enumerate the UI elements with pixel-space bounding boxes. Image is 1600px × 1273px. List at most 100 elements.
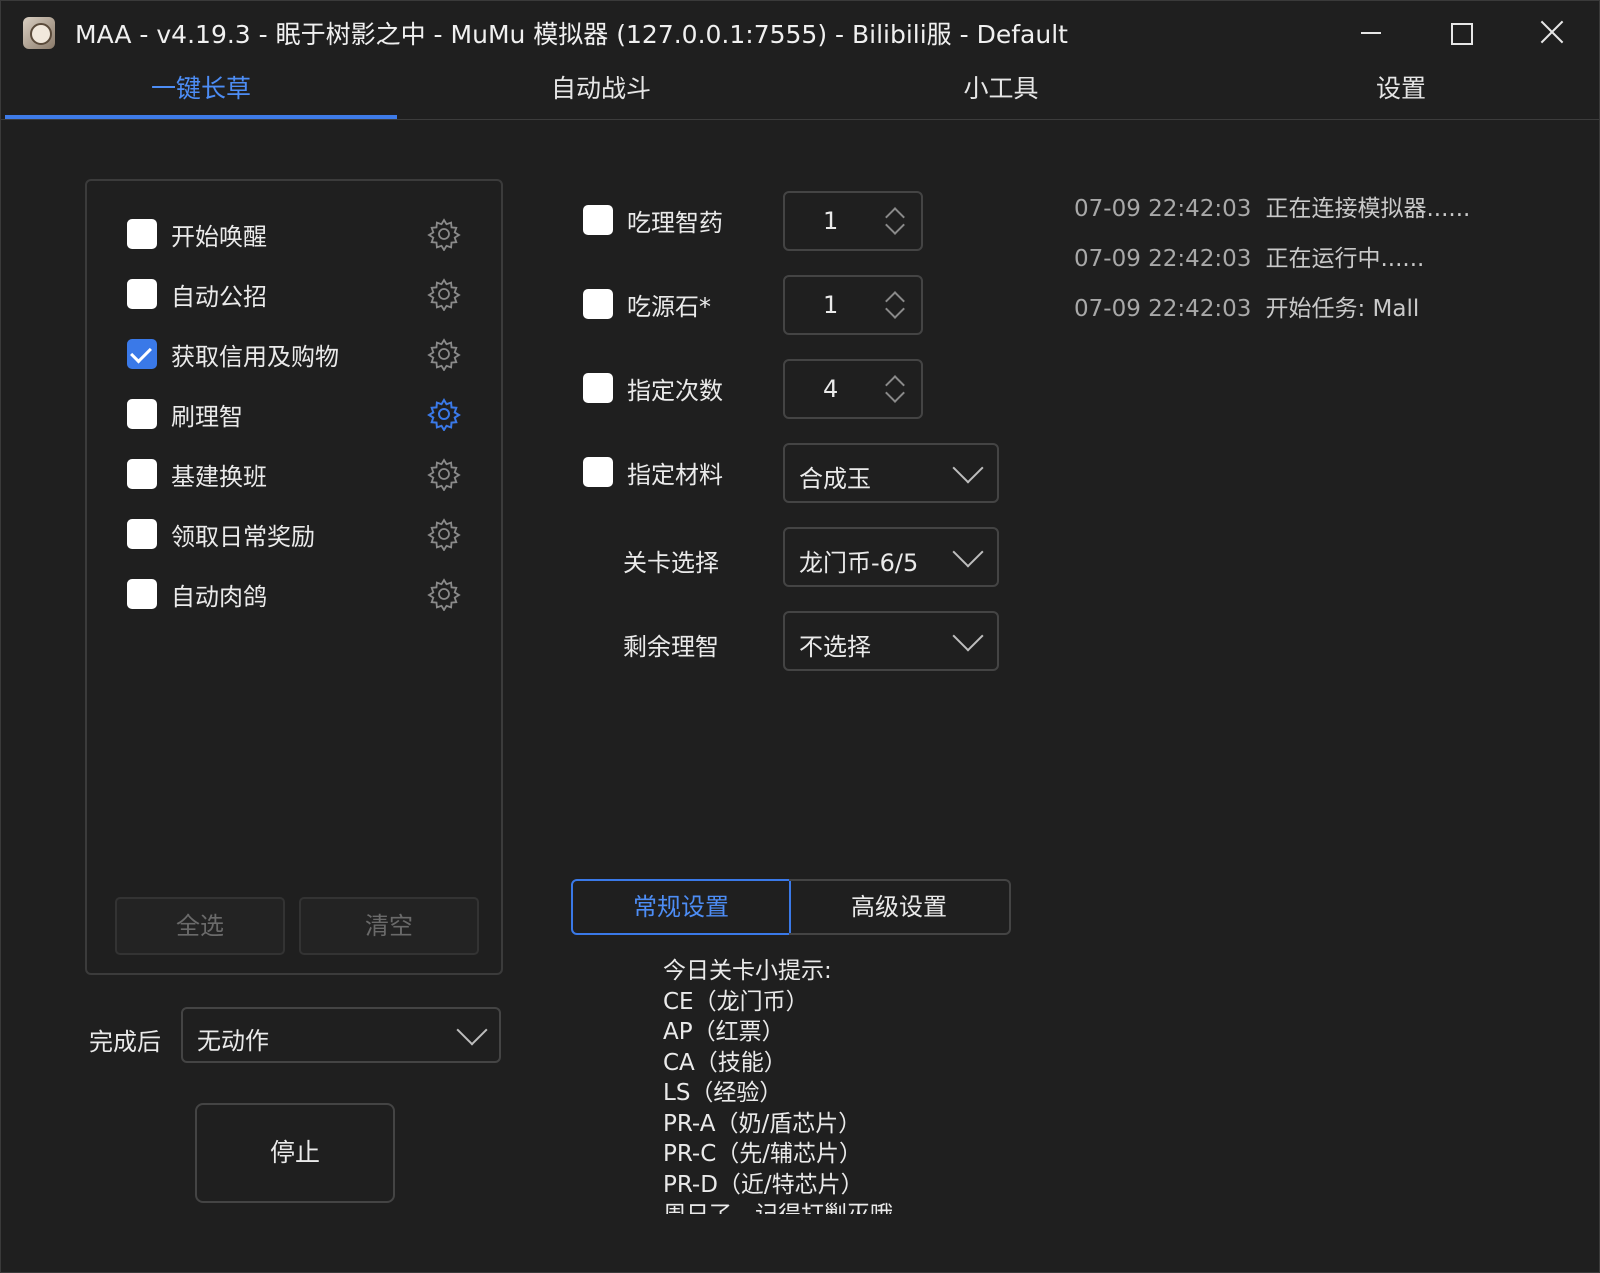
task-label: 开始唤醒 bbox=[171, 223, 267, 251]
times-label: 指定次数 bbox=[627, 377, 723, 405]
task-item-roguelike[interactable]: 自动肉鸽 bbox=[127, 575, 477, 615]
gear-icon[interactable] bbox=[427, 277, 461, 311]
spinner-icon[interactable] bbox=[885, 375, 905, 403]
gear-icon[interactable] bbox=[427, 457, 461, 491]
medicine-label: 吃理智药 bbox=[627, 209, 723, 237]
after-complete-label: 完成后 bbox=[89, 1028, 161, 1056]
title-bar[interactable]: MAA - v4.19.3 - 眠于树影之中 - MuMu 模拟器 (127.0… bbox=[1, 1, 1599, 63]
task-checkbox[interactable] bbox=[127, 339, 157, 369]
task-checkbox[interactable] bbox=[127, 219, 157, 249]
log-message: 开始任务: Mall bbox=[1265, 296, 1420, 322]
task-item-daily-rewards[interactable]: 领取日常奖励 bbox=[127, 515, 477, 555]
times-count-value: 4 bbox=[823, 375, 839, 403]
stone-count-value: 1 bbox=[823, 291, 839, 319]
main-window: MAA - v4.19.3 - 眠于树影之中 - MuMu 模拟器 (127.0… bbox=[0, 0, 1600, 1273]
close-icon bbox=[1537, 17, 1567, 47]
stone-label: 吃源石* bbox=[627, 293, 711, 321]
log-time: 07-09 22:42:03 bbox=[1074, 196, 1252, 222]
log-time: 07-09 22:42:03 bbox=[1074, 246, 1252, 272]
log-message: 正在连接模拟器...... bbox=[1265, 196, 1471, 222]
tips-line: AP（红票） bbox=[663, 1019, 785, 1045]
log-message: 正在运行中...... bbox=[1265, 246, 1425, 272]
tab-settings[interactable]: 设置 bbox=[1201, 63, 1599, 119]
gear-icon[interactable] bbox=[427, 577, 461, 611]
task-checkbox[interactable] bbox=[127, 399, 157, 429]
stage-value: 龙门币-6/5 bbox=[799, 549, 919, 577]
chevron-down-icon bbox=[952, 536, 984, 568]
maximize-icon bbox=[1451, 23, 1473, 45]
medicine-checkbox[interactable] bbox=[583, 205, 613, 235]
task-label: 自动肉鸽 bbox=[171, 583, 267, 611]
task-label: 刷理智 bbox=[171, 403, 243, 431]
clear-button[interactable]: 清空 bbox=[299, 897, 479, 955]
stone-checkbox[interactable] bbox=[583, 289, 613, 319]
gear-icon[interactable] bbox=[427, 337, 461, 371]
tips-line: PR-D（近/特芯片） bbox=[663, 1171, 864, 1198]
tips-title: 今日关卡小提示: bbox=[663, 958, 832, 984]
task-checkbox[interactable] bbox=[127, 459, 157, 489]
tab-general-settings[interactable]: 常规设置 bbox=[571, 879, 791, 935]
tips-line: 周日了，记得打剿灭哦 bbox=[663, 1200, 1023, 1214]
tab-auto-battle[interactable]: 自动战斗 bbox=[401, 63, 801, 119]
material-value: 合成玉 bbox=[799, 465, 871, 493]
remaining-value: 不选择 bbox=[799, 633, 871, 661]
tips-line: PR-A（奶/盾芯片） bbox=[663, 1110, 862, 1137]
stop-button[interactable]: 停止 bbox=[195, 1103, 395, 1203]
medicine-count-input[interactable]: 1 bbox=[783, 191, 923, 251]
close-button[interactable] bbox=[1523, 9, 1583, 55]
tips-line: CA（技能） bbox=[663, 1049, 787, 1076]
material-label: 指定材料 bbox=[627, 461, 723, 489]
tab-tools[interactable]: 小工具 bbox=[801, 63, 1201, 119]
task-checkbox[interactable] bbox=[127, 519, 157, 549]
tips-line: LS（经验） bbox=[663, 1080, 783, 1106]
times-count-input[interactable]: 4 bbox=[783, 359, 923, 419]
log-time: 07-09 22:42:03 bbox=[1074, 296, 1252, 322]
log-entry: 07-09 22:42:03 正在连接模拟器...... bbox=[1074, 189, 1470, 223]
chevron-down-icon bbox=[952, 620, 984, 652]
medicine-count-value: 1 bbox=[823, 207, 839, 235]
stone-count-input[interactable]: 1 bbox=[783, 275, 923, 335]
spinner-icon[interactable] bbox=[885, 207, 905, 235]
chevron-down-icon bbox=[456, 1014, 488, 1046]
stage-label: 关卡选择 bbox=[623, 549, 719, 577]
task-item-credit-shop[interactable]: 获取信用及购物 bbox=[127, 335, 477, 375]
task-item-infrastructure[interactable]: 基建换班 bbox=[127, 455, 477, 495]
task-label: 领取日常奖励 bbox=[171, 523, 315, 551]
maximize-button[interactable] bbox=[1431, 9, 1491, 55]
tab-advanced-settings[interactable]: 高级设置 bbox=[789, 879, 1011, 935]
minimize-icon bbox=[1361, 32, 1381, 34]
material-checkbox[interactable] bbox=[583, 457, 613, 487]
tab-one-click[interactable]: 一键长草 bbox=[1, 63, 401, 119]
task-checkbox[interactable] bbox=[127, 279, 157, 309]
task-item-recruit[interactable]: 自动公招 bbox=[127, 275, 477, 315]
tips-line: PR-C（先/辅芯片） bbox=[663, 1141, 863, 1167]
after-complete-select[interactable]: 无动作 bbox=[181, 1007, 501, 1063]
spinner-icon[interactable] bbox=[885, 291, 905, 319]
log-entry: 07-09 22:42:03 开始任务: Mall bbox=[1074, 289, 1419, 323]
stage-select[interactable]: 龙门币-6/5 bbox=[783, 527, 999, 587]
app-logo-icon bbox=[23, 17, 55, 49]
select-all-button[interactable]: 全选 bbox=[115, 897, 285, 955]
task-label: 基建换班 bbox=[171, 463, 267, 491]
task-checkbox[interactable] bbox=[127, 579, 157, 609]
window-title: MAA - v4.19.3 - 眠于树影之中 - MuMu 模拟器 (127.0… bbox=[75, 20, 1068, 49]
material-select[interactable]: 合成玉 bbox=[783, 443, 999, 503]
chevron-down-icon bbox=[952, 452, 984, 484]
tips-line: CE（龙门币） bbox=[663, 988, 809, 1015]
after-complete-value: 无动作 bbox=[197, 1027, 269, 1055]
task-list-panel: 开始唤醒 自动公招 获取信用及购物 刷理智 基建换班 领取日常奖励 自动肉鸽 全… bbox=[85, 179, 503, 975]
stage-tips: 今日关卡小提示: CE（龙门币） AP（红票） CA（技能） LS（经验） PR… bbox=[663, 956, 1023, 1214]
remaining-label: 剩余理智 bbox=[623, 633, 719, 661]
task-label: 自动公招 bbox=[171, 283, 267, 311]
main-tabs: 一键长草 自动战斗 小工具 设置 bbox=[1, 63, 1599, 120]
times-checkbox[interactable] bbox=[583, 373, 613, 403]
log-entry: 07-09 22:42:03 正在运行中...... bbox=[1074, 239, 1424, 273]
gear-icon[interactable] bbox=[427, 397, 461, 431]
gear-icon[interactable] bbox=[427, 517, 461, 551]
task-item-fight[interactable]: 刷理智 bbox=[127, 395, 477, 435]
task-item-wakeup[interactable]: 开始唤醒 bbox=[127, 215, 477, 255]
task-label: 获取信用及购物 bbox=[171, 343, 339, 371]
gear-icon[interactable] bbox=[427, 217, 461, 251]
minimize-button[interactable] bbox=[1341, 9, 1401, 55]
remaining-select[interactable]: 不选择 bbox=[783, 611, 999, 671]
